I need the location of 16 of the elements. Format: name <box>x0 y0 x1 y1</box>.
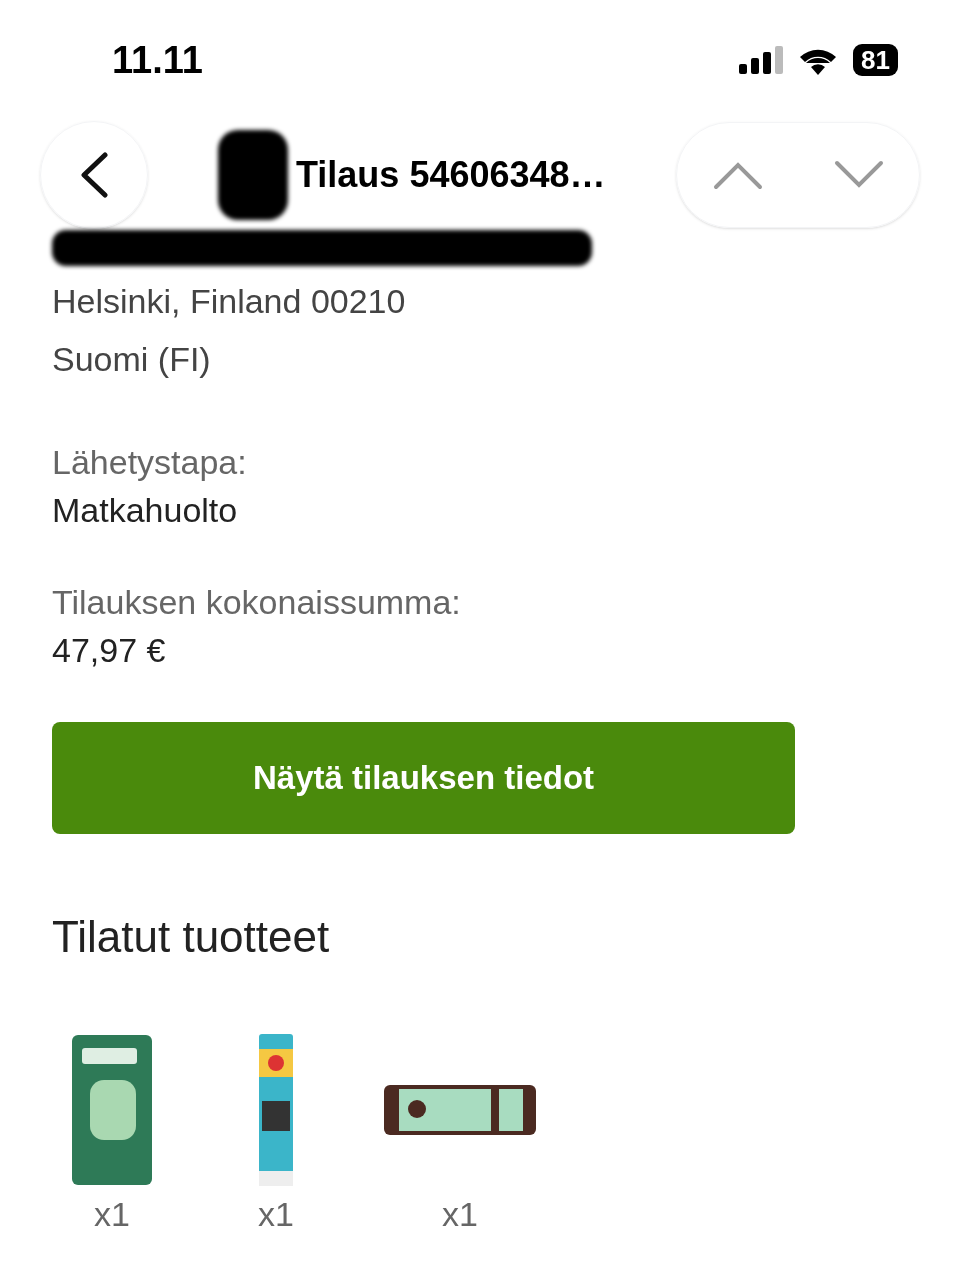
back-icon <box>79 152 109 198</box>
signal-icon <box>739 46 784 74</box>
total-label: Tilauksen kokonaissumma: <box>52 582 462 623</box>
quantity: x1 <box>94 1194 130 1234</box>
shipping-label: Lähetystapa: <box>52 442 248 483</box>
quantity: x1 <box>442 1194 478 1234</box>
address-line: Suomi (FI) <box>52 339 212 380</box>
page-title: Tilaus 54606348… <box>296 153 606 197</box>
section-heading: Tilatut tuotteet <box>52 911 331 963</box>
status-time: 11.11 <box>112 37 203 83</box>
shipping-value: Matkahuolto <box>52 490 239 531</box>
order-details-button[interactable]: Näytä tilauksen tiedot <box>52 722 795 834</box>
address-line: Helsinki, Finland 00210 <box>52 281 407 322</box>
battery-level: 81 <box>853 44 898 76</box>
quantity: x1 <box>258 1194 294 1234</box>
total-value: 47,97 € <box>52 630 167 671</box>
